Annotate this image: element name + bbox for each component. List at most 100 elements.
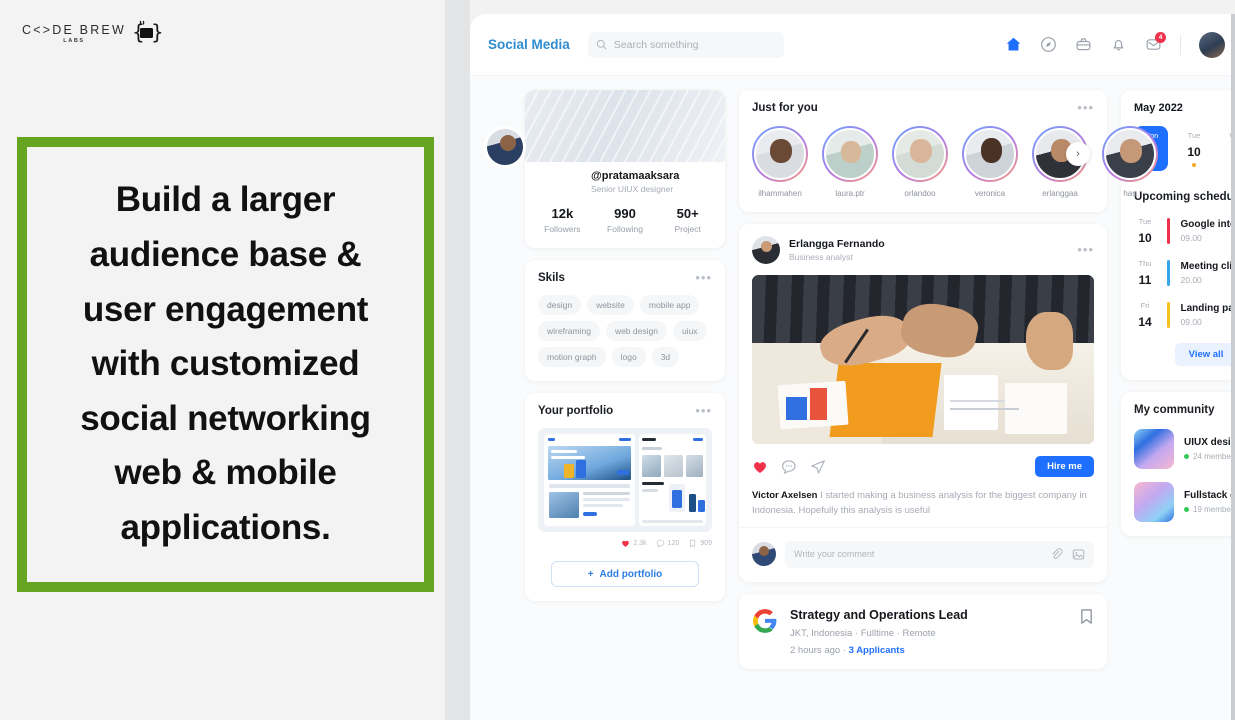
app-content: @pratamaaksara Senior UIUX designer 12k … (470, 76, 1235, 720)
briefcase-icon[interactable] (1075, 36, 1092, 53)
community-info: Fullstack dev 19 members online (1184, 490, 1235, 514)
heart-icon[interactable] (752, 459, 768, 475)
schedule-item[interactable]: Fri 14 Landing page 09.00 (1134, 301, 1235, 329)
story-name: orlandoo (904, 189, 936, 198)
story-name: erlanggaa (1042, 189, 1078, 198)
community-status-text: 19 members online (1193, 505, 1235, 514)
portfolio-saves: 909 (688, 539, 712, 548)
community-thumbnail (1134, 429, 1174, 469)
community-title: My community (1134, 404, 1215, 416)
just-for-you-card: Just for you ••• ilhammahen laura.ptr or… (739, 90, 1158, 212)
search-icon (596, 39, 607, 50)
message-icon[interactable]: 4 (1145, 32, 1166, 53)
profile-meta: @pratamaaksara Senior UIUX designer (591, 170, 725, 194)
story-ring (1102, 126, 1158, 182)
hire-me-button[interactable]: Hire me (1035, 456, 1094, 477)
attachment-icon[interactable] (1050, 548, 1063, 561)
job-applicants: 3 Applicants (848, 644, 905, 656)
schedule-info: Google interview 09.00 (1181, 219, 1235, 243)
story-item[interactable]: veronica (962, 126, 1018, 198)
calendar-day[interactable]: Tue 10 (1177, 126, 1211, 171)
app-scrollbar[interactable] (1231, 14, 1235, 720)
skill-chip[interactable]: uiux (672, 321, 707, 341)
comment-row: Write your comment (739, 526, 1107, 582)
bookmark-icon (690, 539, 696, 548)
post-caption-author: Victor Axelsen (752, 490, 818, 501)
story-item[interactable]: laura.ptr (822, 126, 878, 198)
job-details: Strategy and Operations Lead JKT, Indone… (790, 608, 1067, 656)
stories-next-button[interactable]: › (1066, 142, 1090, 166)
job-posted: 2 hours ago · (790, 644, 849, 656)
portfolio-thumbnail[interactable] (538, 428, 712, 532)
story-ring (822, 126, 878, 182)
schedule-date: Fri 14 (1134, 301, 1156, 329)
community-item[interactable]: UIUX designer 24 members online (1134, 429, 1235, 469)
online-dot-icon (1184, 454, 1189, 459)
stat-label: Project (674, 224, 701, 234)
skill-chip[interactable]: wireframing (538, 321, 600, 341)
community-status-text: 24 members online (1193, 452, 1235, 461)
skill-chip[interactable]: website (587, 295, 634, 315)
portfolio-saves-count: 909 (700, 540, 712, 547)
message-badge: 4 (1155, 32, 1166, 43)
bookmark-icon[interactable] (1079, 608, 1094, 625)
story-avatar (824, 128, 876, 180)
job-card[interactable]: Strategy and Operations Lead JKT, Indone… (739, 593, 1107, 669)
post-caption: Victor Axelsen I started making a busine… (739, 477, 1107, 519)
logo-text: C<>DE BREW LABS (22, 23, 126, 44)
schedule-event-time: 20.00 (1180, 275, 1202, 285)
schedule-date: Tue 10 (1134, 217, 1156, 245)
search-input[interactable]: Search something (587, 31, 784, 58)
schedule-color-bar (1167, 260, 1170, 286)
bell-icon[interactable] (1110, 36, 1127, 53)
skill-chip[interactable]: 3d (651, 347, 680, 367)
post-menu-icon[interactable]: ••• (1077, 243, 1094, 256)
skill-chip[interactable]: motion graph (538, 347, 606, 367)
logo-sub-text: LABS (63, 37, 85, 44)
comment-icon[interactable] (781, 459, 797, 475)
google-logo-icon (753, 608, 777, 633)
story-item[interactable]: han (1102, 126, 1158, 198)
app-topbar: Social Media Search something 4 (470, 14, 1235, 76)
compass-icon[interactable] (1040, 36, 1057, 53)
stat-label: Following (607, 224, 643, 234)
post-author-avatar[interactable] (752, 236, 780, 264)
story-item[interactable]: orlandoo (892, 126, 948, 198)
skill-chip[interactable]: logo (611, 347, 646, 367)
skill-chip[interactable]: web design (605, 321, 667, 341)
schedule-date: Thu 11 (1134, 259, 1156, 287)
image-icon[interactable] (1072, 548, 1085, 561)
community-info: UIUX designer 24 members online (1184, 437, 1235, 461)
post-header: Erlangga Fernando Business analyst ••• (739, 224, 1107, 275)
skill-chip[interactable]: design (538, 295, 582, 315)
community-status: 19 members online (1184, 505, 1235, 514)
app-brand[interactable]: Social Media (488, 37, 570, 52)
just-for-you-menu-icon[interactable]: ••• (1077, 101, 1094, 114)
story-item[interactable]: ilhammahen (752, 126, 808, 198)
community-item[interactable]: Fullstack dev 19 members online (1134, 482, 1235, 522)
comment-input[interactable]: Write your comment (785, 540, 1094, 568)
skill-chip[interactable]: mobile app (639, 295, 700, 315)
add-portfolio-label: Add portfolio (599, 568, 663, 580)
view-all-button[interactable]: View all (1174, 343, 1235, 366)
add-portfolio-button[interactable]: + Add portfolio (551, 561, 699, 587)
skills-menu-icon[interactable]: ••• (695, 271, 712, 284)
schedule-item[interactable]: Tue 10 Google interview 09.00 (1134, 217, 1235, 245)
profile-role: Senior UIUX designer (591, 184, 674, 194)
share-icon[interactable] (810, 459, 826, 475)
code-brew-labs-logo: C<>DE BREW LABS { } (22, 20, 162, 46)
schedule-daynum: 10 (1138, 231, 1152, 245)
portfolio-engagement-stats: 2,3k 120 909 (538, 539, 712, 548)
avatar[interactable] (1199, 31, 1225, 58)
schedule-item[interactable]: Thu 11 Meeting client 20.00 (1134, 259, 1235, 287)
schedule-daynum: 14 (1138, 315, 1152, 329)
schedule-event-title: Landing page (1180, 303, 1235, 314)
home-icon[interactable] (1005, 36, 1022, 53)
stat-label: Followers (544, 224, 581, 234)
social-media-app-window: Social Media Search something 4 @pratama… (470, 14, 1235, 720)
story-name: ilhammahen (758, 189, 802, 198)
svg-text:}: } (151, 20, 162, 44)
stat-following: 990 Following (594, 206, 657, 234)
portfolio-menu-icon[interactable]: ••• (695, 404, 712, 417)
day-number: 10 (1187, 145, 1201, 159)
